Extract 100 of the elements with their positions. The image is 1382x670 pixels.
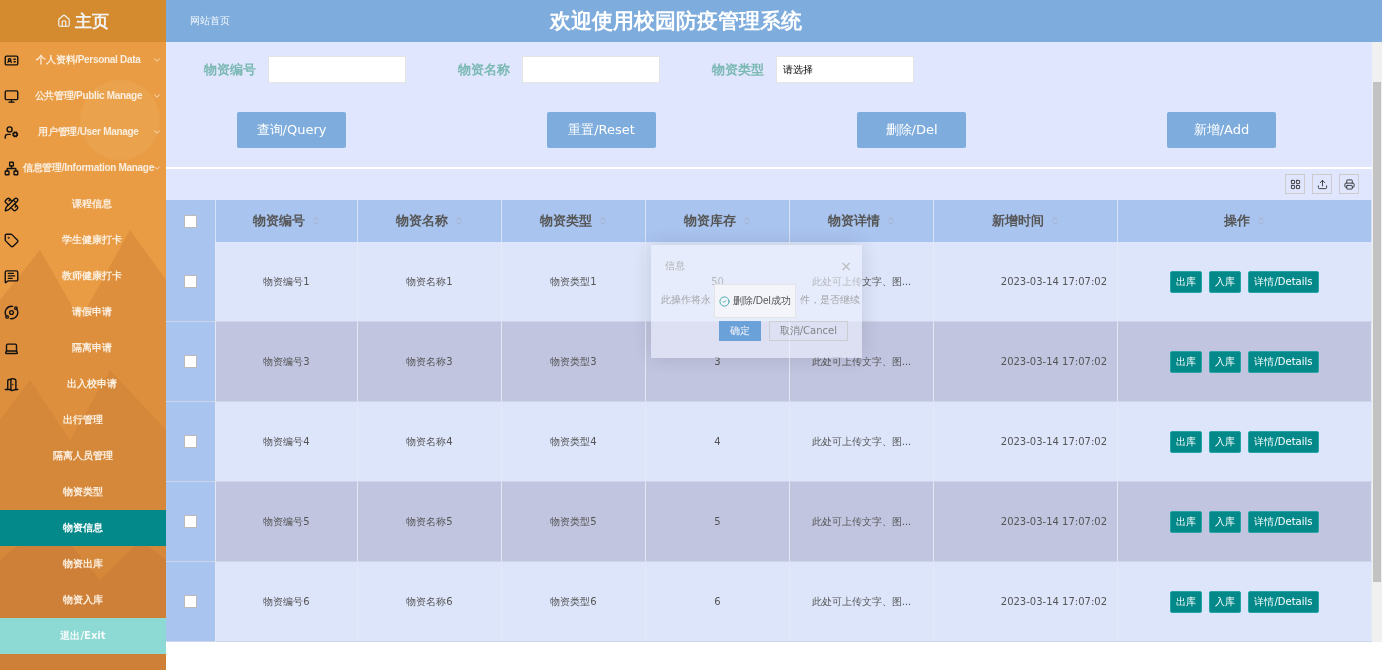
sidebar-item[interactable]: 物资类型 <box>0 474 166 510</box>
sidebar-item[interactable]: 信息管理/Information Manage <box>0 150 166 186</box>
row-action-button[interactable]: 入库 <box>1209 270 1242 293</box>
sidebar-item[interactable]: 隔离申请 <box>0 330 166 366</box>
upload-icon <box>1316 178 1328 190</box>
column-header[interactable]: 物资编号 <box>216 200 358 242</box>
sort-icon <box>597 216 608 226</box>
checkbox[interactable] <box>184 515 197 528</box>
sidebar-item[interactable]: 出行管理 <box>0 402 166 438</box>
table-cell: 3 <box>714 356 721 367</box>
door-icon <box>4 376 19 392</box>
exit-button[interactable]: 退出/Exit <box>0 618 166 654</box>
action-button[interactable]: 查询/Query <box>237 112 346 149</box>
network-icon <box>4 160 19 176</box>
checkbox[interactable] <box>184 275 197 288</box>
row-action-button[interactable]: 详情/Details <box>1248 510 1319 533</box>
sidebar-item[interactable]: 物资出库 <box>0 546 166 582</box>
sort-icon <box>310 216 321 226</box>
confirm-button[interactable]: 确定 <box>718 321 761 341</box>
breadcrumb-link[interactable]: 网站首页 <box>190 14 550 28</box>
close-button[interactable]: × <box>840 258 852 274</box>
toast-message: 删除/Del成功 <box>733 294 791 308</box>
home-title[interactable]: 主页 <box>0 0 166 42</box>
input-field[interactable] <box>522 56 660 84</box>
scrollbar[interactable] <box>1372 42 1382 642</box>
sidebar-item[interactable]: 物资信息 <box>0 510 166 546</box>
dialog-message: 件，是否继续 <box>800 293 860 307</box>
table-cell: 2023-03-14 17:07:02 <box>1000 596 1107 607</box>
sidebar-item[interactable]: 出入校申请 <box>0 366 166 402</box>
select-field[interactable]: 请选择 <box>776 56 914 84</box>
export-button[interactable] <box>1312 174 1332 195</box>
sidebar-item[interactable]: 学生健康打卡 <box>0 222 166 258</box>
sidebar-item[interactable]: 物资入库 <box>0 582 166 618</box>
row-action-button[interactable]: 详情/Details <box>1248 270 1319 293</box>
chevron-icon <box>152 55 162 65</box>
row-action-button[interactable]: 出库 <box>1170 350 1203 373</box>
action-button[interactable]: 新增/Add <box>1167 112 1276 149</box>
grid-icon <box>1289 178 1301 190</box>
dialog-message: 此操作将永 <box>661 293 711 307</box>
table-cell: 物资名称1 <box>406 274 453 289</box>
page-title: 欢迎使用校园防疫管理系统 <box>550 8 802 35</box>
chevron-icon <box>152 127 162 137</box>
column-header[interactable]: 物资库存 <box>646 200 790 242</box>
column-header[interactable]: 物资名称 <box>358 200 502 242</box>
row-action-button[interactable]: 出库 <box>1170 430 1203 453</box>
table-cell: 物资编号5 <box>263 514 310 529</box>
sidebar-item[interactable]: 个人资料/Personal Data <box>0 42 166 78</box>
table-cell: 2023-03-14 17:07:02 <box>1000 516 1107 527</box>
checkbox[interactable] <box>184 214 197 228</box>
user-gear-icon <box>4 124 19 140</box>
print-button[interactable] <box>1339 174 1359 195</box>
tag-icon <box>4 232 19 248</box>
sidebar-item[interactable]: 隔离人员管理 <box>0 438 166 474</box>
row-action-button[interactable]: 出库 <box>1170 510 1203 533</box>
check-circle-icon <box>719 295 730 307</box>
printer-icon <box>1343 178 1355 190</box>
row-action-button[interactable]: 入库 <box>1209 430 1242 453</box>
table-cell: 物资编号1 <box>263 274 310 289</box>
row-action-button[interactable]: 出库 <box>1170 270 1203 293</box>
cancel-button[interactable]: 取消/Cancel <box>768 321 848 341</box>
table-cell: 2023-03-14 17:07:02 <box>1000 436 1107 447</box>
table-cell: 4 <box>714 436 721 447</box>
table-cell: 2023-03-14 17:07:02 <box>1000 276 1107 287</box>
action-button[interactable]: 删除/Del <box>857 112 966 149</box>
row-action-button[interactable]: 详情/Details <box>1248 590 1319 613</box>
field-label: 物资类型 <box>712 60 764 79</box>
sort-icon <box>1255 216 1266 226</box>
column-header[interactable]: 新增时间 <box>934 200 1118 242</box>
table-cell: 此处可上传文字、图... <box>811 434 912 449</box>
columns-button[interactable] <box>1285 174 1305 195</box>
action-button[interactable]: 重置/Reset <box>547 112 656 149</box>
chevron-icon <box>152 91 162 101</box>
checkbox[interactable] <box>184 435 197 448</box>
chat-icon <box>4 268 19 284</box>
table-cell: 6 <box>714 596 721 607</box>
column-header[interactable]: 物资详情 <box>790 200 934 242</box>
row-action-button[interactable]: 详情/Details <box>1248 350 1319 373</box>
checkbox[interactable] <box>184 355 197 368</box>
monitor-icon <box>4 88 19 104</box>
table-cell: 物资类型4 <box>550 434 597 449</box>
table-cell: 5 <box>714 516 721 527</box>
row-action-button[interactable]: 入库 <box>1209 510 1242 533</box>
sidebar-item[interactable]: 课程信息 <box>0 186 166 222</box>
table-cell: 物资类型3 <box>550 354 597 369</box>
sidebar-item[interactable]: 公共管理/Public Manage <box>0 78 166 114</box>
row-action-button[interactable]: 详情/Details <box>1248 430 1319 453</box>
table-cell: 物资类型6 <box>550 594 597 609</box>
sidebar-item[interactable]: 用户管理/User Manage <box>0 114 166 150</box>
sidebar-item[interactable]: 教师健康打卡 <box>0 258 166 294</box>
row-action-button[interactable]: 入库 <box>1209 590 1242 613</box>
row-action-button[interactable]: 出库 <box>1170 590 1203 613</box>
input-field[interactable] <box>268 56 406 84</box>
column-header[interactable]: 物资类型 <box>502 200 646 242</box>
table-cell: 物资编号3 <box>263 354 310 369</box>
sidebar-item[interactable]: 请假申请 <box>0 294 166 330</box>
sort-icon <box>453 216 464 226</box>
row-action-button[interactable]: 入库 <box>1209 350 1242 373</box>
column-header[interactable]: 操作 <box>1118 200 1372 242</box>
table-cell: 物资名称6 <box>406 594 453 609</box>
checkbox[interactable] <box>184 595 197 608</box>
